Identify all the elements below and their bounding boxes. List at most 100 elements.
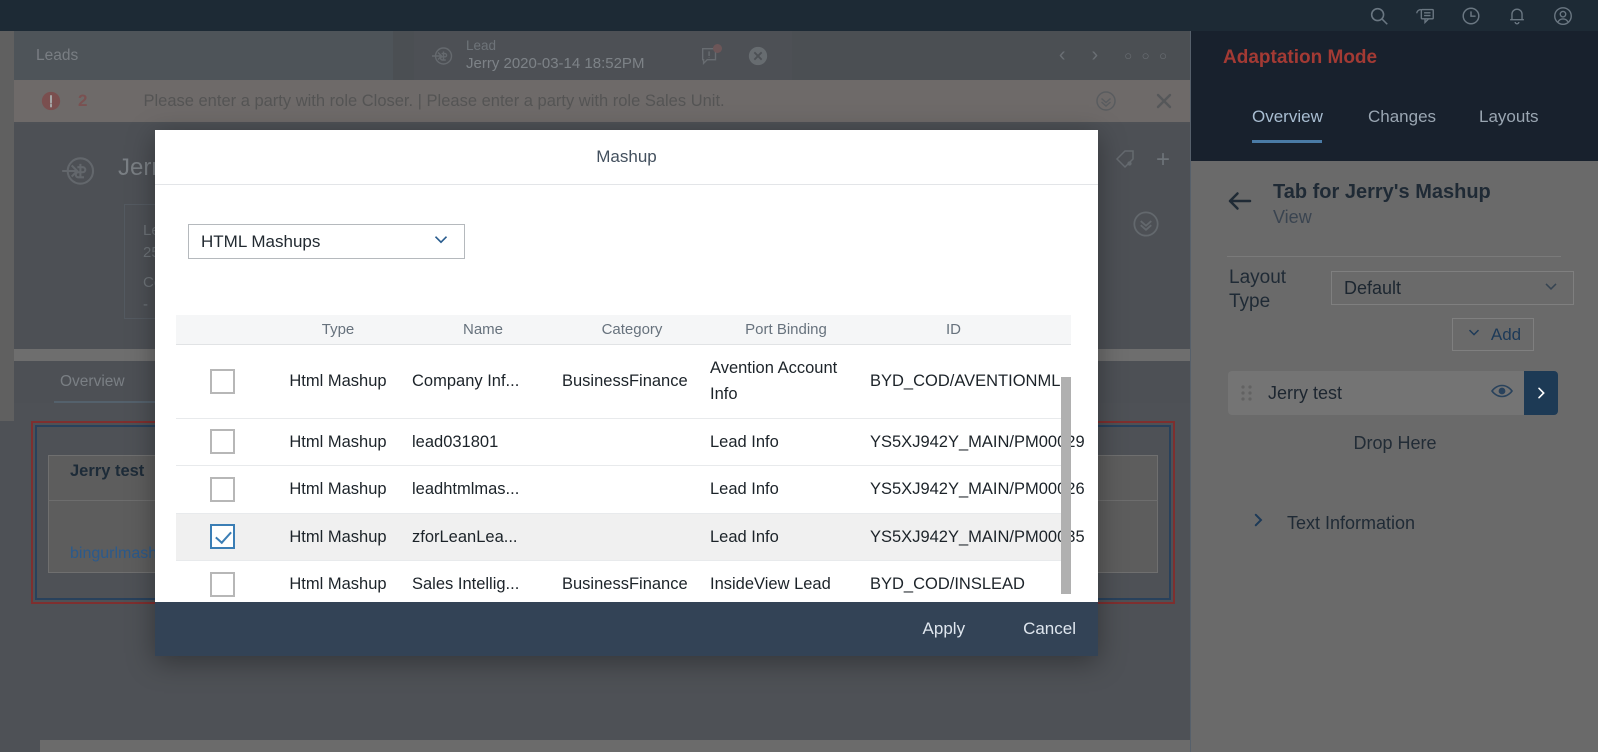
cell-category xyxy=(558,479,706,499)
table-row[interactable]: Html Mashup Sales Intellig... BusinessFi… xyxy=(176,560,1071,602)
cell-id: YS5XJ942Y_MAIN/PM00035 xyxy=(870,527,1085,546)
global-header xyxy=(0,0,1598,31)
table-scrollbar-track[interactable] xyxy=(1061,345,1071,602)
tab-overview[interactable]: Overview xyxy=(60,361,125,403)
chevron-right-icon xyxy=(1249,509,1267,537)
tab-prev-button[interactable]: ‹ xyxy=(1059,44,1066,67)
tab-bar: Leads Lead Jerry 2020-03-14 18:52PM ‹ › … xyxy=(14,31,1190,80)
row-checkbox[interactable] xyxy=(209,524,235,550)
eye-icon[interactable] xyxy=(1490,381,1514,406)
column-header-category: Category xyxy=(601,321,663,338)
bell-icon[interactable] xyxy=(1506,5,1528,27)
row-checkbox[interactable] xyxy=(209,476,235,502)
adaptation-subheading: View xyxy=(1273,207,1312,227)
column-header-name: Name xyxy=(462,321,503,338)
global-header-icons xyxy=(1368,0,1588,31)
tab-lead-title: Jerry 2020-03-14 18:52PM xyxy=(466,54,645,72)
cell-port: Lead Info xyxy=(710,432,779,451)
table-row[interactable]: Html Mashup leadhtmlmas... Lead Info YS5… xyxy=(176,466,1085,514)
table-scrollbar-thumb[interactable] xyxy=(1061,377,1071,594)
row-select-cell[interactable] xyxy=(176,419,268,464)
tab-navigation: ‹ › ○ ○ ○ xyxy=(1059,31,1178,80)
tab-close-icon[interactable] xyxy=(747,45,769,67)
tab-changes[interactable]: Changes xyxy=(1368,107,1436,143)
row-checkbox[interactable] xyxy=(209,571,235,597)
navigate-icon[interactable] xyxy=(1524,371,1558,415)
table-row[interactable]: Html Mashup zforLeanLea... Lead Info YS5… xyxy=(176,513,1085,561)
field-contact-value: - xyxy=(143,296,148,313)
mashup-type-select[interactable]: HTML Mashups xyxy=(188,224,465,259)
dialog-header: Mashup xyxy=(155,130,1098,185)
cell-port: Lead Info xyxy=(710,480,779,499)
row-checkbox[interactable] xyxy=(209,368,235,394)
cancel-button[interactable]: Cancel xyxy=(1011,613,1088,645)
tab-notification-dot xyxy=(713,44,722,53)
row-select-cell[interactable] xyxy=(176,467,268,512)
message-icon[interactable] xyxy=(1414,5,1436,27)
column-header-id: ID xyxy=(946,321,961,338)
cell-port: Avention Account Info xyxy=(710,359,838,404)
table-body: Html Mashup Company Inf... BusinessFinan… xyxy=(176,345,1085,602)
cell-id: BYD_COD/INSLEAD xyxy=(870,574,1025,593)
cell-port: Lead Info xyxy=(710,527,779,546)
cell-name: lead031801 xyxy=(412,432,499,451)
expand-header-icon[interactable] xyxy=(1132,210,1160,238)
layout-type-select[interactable]: Default xyxy=(1331,271,1574,305)
mashup-panel-link[interactable]: bingurlmash xyxy=(70,545,157,563)
message-text: Please enter a party with role Closer. |… xyxy=(143,91,725,110)
table-header-row: Type Name Category Port Binding ID xyxy=(176,315,1071,345)
tab-notification-icon[interactable] xyxy=(699,44,722,67)
row-select-cell[interactable] xyxy=(176,514,268,559)
apply-button[interactable]: Apply xyxy=(911,613,978,645)
tab-overview[interactable]: Overview xyxy=(1252,107,1323,143)
cell-name: Sales Intellig... xyxy=(412,574,520,593)
cell-type: Html Mashup xyxy=(289,480,387,499)
cell-type: Html Mashup xyxy=(289,527,387,546)
message-strip[interactable]: 2 Please enter a party with role Closer.… xyxy=(14,80,1190,122)
add-icon[interactable]: + xyxy=(1156,146,1170,174)
lead-coin-icon xyxy=(430,44,454,68)
close-icon[interactable] xyxy=(1152,89,1176,113)
tab-leads-label: Leads xyxy=(36,46,79,64)
cell-category xyxy=(558,527,706,547)
section-text-information[interactable]: Text Information xyxy=(1249,509,1415,537)
tag-icon[interactable] xyxy=(1114,148,1138,172)
tab-layouts[interactable]: Layouts xyxy=(1479,107,1539,143)
adaptation-panel-body: Tab for Jerry's Mashup View Layout Type … xyxy=(1191,161,1598,752)
row-checkbox[interactable] xyxy=(209,429,235,455)
mashup-type-value: HTML Mashups xyxy=(201,231,321,251)
lead-header-icon xyxy=(59,152,97,190)
arrow-left-icon[interactable] xyxy=(1225,186,1255,216)
add-button[interactable]: Add xyxy=(1452,318,1534,351)
drag-handle-icon[interactable] xyxy=(1240,384,1254,402)
chevron-double-down-icon[interactable] xyxy=(1094,89,1118,113)
error-icon xyxy=(40,90,62,112)
chevron-down-icon xyxy=(1541,276,1561,301)
layout-type-value: Default xyxy=(1344,277,1402,298)
tab-overflow-button[interactable]: ○ ○ ○ xyxy=(1124,48,1170,63)
tab-overview-underline xyxy=(54,401,166,403)
tab-lead-text: Lead Jerry 2020-03-14 18:52PM xyxy=(466,38,644,74)
tab-next-button[interactable]: › xyxy=(1092,44,1099,67)
cell-category xyxy=(558,432,706,452)
search-icon[interactable] xyxy=(1368,5,1390,27)
row-select-cell[interactable] xyxy=(176,359,268,404)
adaptation-panel-tabs: Overview Changes Layouts xyxy=(1191,93,1598,161)
drop-zone[interactable]: Drop Here xyxy=(1191,433,1598,454)
table-row[interactable]: Html Mashup lead031801 Lead Info YS5XJ94… xyxy=(176,418,1085,467)
mashup-table: Type Name Category Port Binding ID Html … xyxy=(176,315,1085,602)
tab-lead[interactable]: Lead Jerry 2020-03-14 18:52PM xyxy=(414,31,792,80)
adaptation-list-item[interactable]: Jerry test xyxy=(1228,371,1558,415)
user-icon[interactable] xyxy=(1552,5,1574,27)
adaptation-heading: Tab for Jerry's Mashup xyxy=(1273,181,1491,203)
tab-leads[interactable]: Leads xyxy=(14,31,393,80)
cell-port: InsideView Lead xyxy=(710,574,831,593)
cell-type: Html Mashup xyxy=(289,372,387,391)
table-row[interactable]: Html Mashup Company Inf... BusinessFinan… xyxy=(176,345,1071,419)
mashup-dialog: Mashup HTML Mashups Type Name Category P… xyxy=(155,130,1098,656)
history-icon[interactable] xyxy=(1460,5,1482,27)
row-select-cell[interactable] xyxy=(176,562,268,602)
adaptation-list-item-label: Jerry test xyxy=(1268,382,1343,403)
tab-lead-kind: Lead xyxy=(466,37,497,53)
cell-type: Html Mashup xyxy=(289,432,387,451)
